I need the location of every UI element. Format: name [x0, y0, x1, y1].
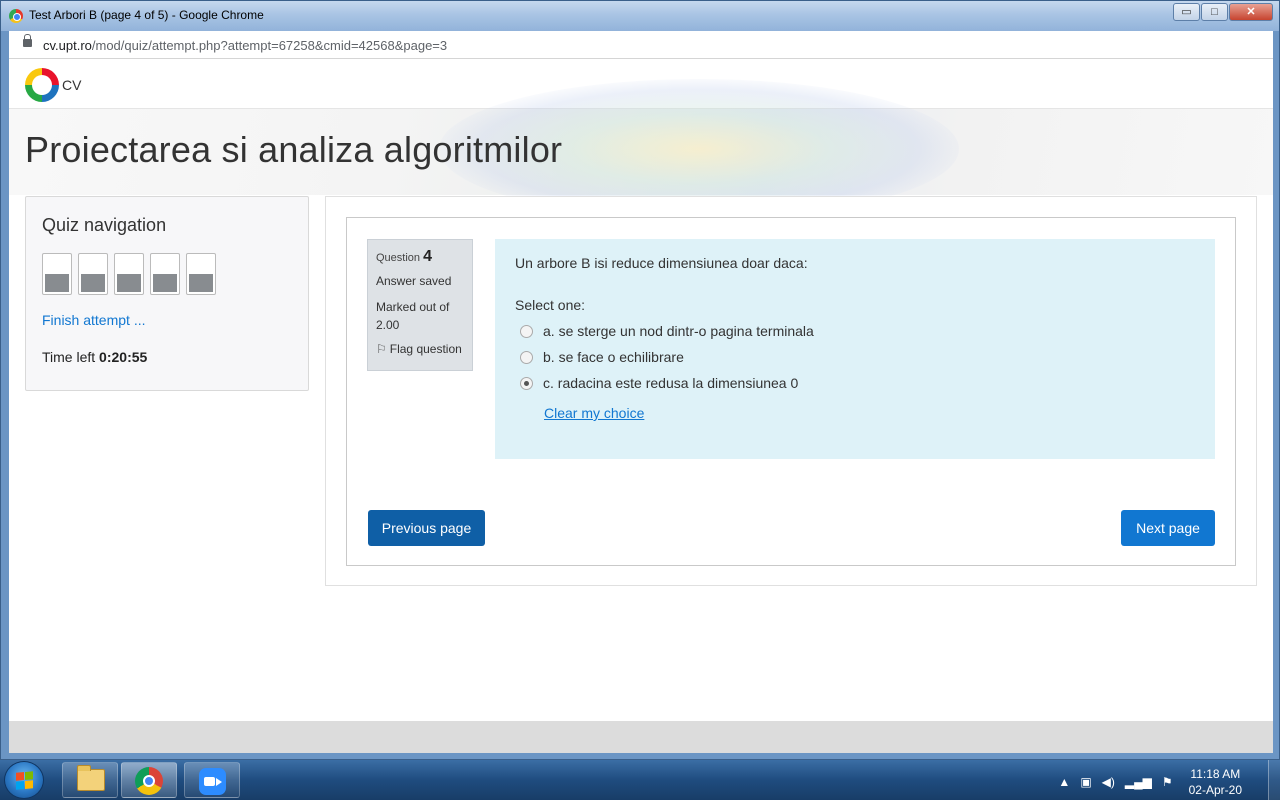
radio-c[interactable] — [520, 376, 533, 390]
page-header: Proiectarea si analiza algoritmilor — [9, 79, 1273, 219]
main-region: Question 4 Answer saved Marked out of 2.… — [325, 196, 1257, 586]
clear-choice-link[interactable]: Clear my choice — [544, 405, 644, 421]
signal-icon[interactable]: ▂▄▆ — [1125, 775, 1152, 789]
site-logo-icon[interactable] — [25, 68, 59, 102]
answer-option-a-label[interactable]: a. se sterge un nod dintr-o pagina termi… — [543, 323, 814, 339]
maximize-button[interactable]: □ — [1201, 3, 1228, 21]
window-title: Test Arbori B (page 4 of 5) - Google Chr… — [29, 8, 264, 22]
question-text: Un arbore B isi reduce dimensiunea doar … — [515, 255, 808, 271]
minimize-button[interactable]: ▭ — [1173, 3, 1200, 21]
answer-option-a[interactable]: a. se sterge un nod dintr-o pagina termi… — [515, 323, 1195, 339]
time-left-label: Time left — [42, 349, 96, 365]
lock-icon[interactable] — [23, 34, 32, 47]
quiz-nav-question-4[interactable] — [150, 253, 180, 295]
answer-option-c-label[interactable]: c. radacina este redusa la dimensiunea 0 — [543, 375, 798, 391]
quiz-navigation-buttons — [42, 253, 216, 295]
address-bar[interactable]: cv.upt.ro/mod/quiz/attempt.php?attempt=6… — [9, 31, 1273, 59]
question-form: Question 4 Answer saved Marked out of 2.… — [346, 217, 1236, 566]
close-button[interactable]: ✕ — [1229, 3, 1273, 21]
answer-option-b[interactable]: b. se face o echilibrare — [515, 349, 1195, 365]
show-desktop-button[interactable] — [1268, 760, 1280, 800]
url-host: cv.upt.ro — [43, 38, 92, 53]
answered-indicator — [153, 274, 177, 292]
quiz-navigation-title: Quiz navigation — [42, 215, 167, 235]
answered-indicator — [189, 274, 213, 292]
answer-option-b-label[interactable]: b. se face o echilibrare — [543, 349, 684, 365]
window-controls: ▭ □ ✕ — [1173, 3, 1273, 21]
quiz-nav-question-3[interactable] — [114, 253, 144, 295]
taskbar-zoom[interactable] — [184, 762, 240, 798]
taskbar-chrome[interactable] — [121, 762, 177, 798]
quiz-nav-question-2[interactable] — [78, 253, 108, 295]
clock-time: 11:18 AM — [1190, 767, 1241, 781]
clock[interactable]: 11:18 AM 02-Apr-20 — [1189, 766, 1242, 798]
title-bar[interactable]: Test Arbori B (page 4 of 5) - Google Chr… — [1, 1, 1279, 31]
radio-b[interactable] — [520, 350, 533, 364]
page-title: Proiectarea si analiza algoritmilor — [25, 129, 563, 170]
answer-prompt: Select one: — [515, 297, 586, 313]
next-page-button[interactable]: Next page — [1121, 510, 1215, 546]
flag-icon: ⚐ — [376, 342, 387, 356]
action-center-icon[interactable]: ⚑ — [1162, 775, 1173, 789]
taskbar: ▲ ▣ ◀) ▂▄▆ ⚑ 11:18 AM 02-Apr-20 — [0, 760, 1280, 800]
previous-page-button[interactable]: Previous page — [368, 510, 485, 546]
question-number-value: 4 — [423, 248, 432, 265]
zoom-icon — [199, 768, 226, 795]
show-hidden-icon[interactable]: ▲ — [1058, 775, 1070, 789]
answered-indicator — [45, 274, 69, 292]
site-logo-text[interactable]: CV — [62, 77, 81, 93]
folder-icon — [77, 765, 105, 791]
windows-logo-icon — [16, 771, 33, 790]
taskbar-explorer[interactable] — [62, 762, 118, 798]
clock-date: 02-Apr-20 — [1188, 783, 1242, 797]
question-info: Question 4 Answer saved Marked out of 2.… — [367, 239, 473, 371]
network-icon[interactable]: ▣ — [1080, 775, 1091, 789]
question-state: Answer saved — [376, 274, 452, 288]
answered-indicator — [81, 274, 105, 292]
time-left-value: 0:20:55 — [99, 349, 148, 365]
time-left: Time left 0:20:55 — [42, 349, 147, 365]
question-content: Un arbore B isi reduce dimensiunea doar … — [495, 239, 1215, 459]
answer-option-c[interactable]: c. radacina este redusa la dimensiunea 0 — [515, 375, 1195, 391]
question-grade: Marked out of 2.00 — [376, 300, 450, 332]
browser-window: Test Arbori B (page 4 of 5) - Google Chr… — [0, 0, 1280, 760]
flag-question-link[interactable]: ⚐ Flag question — [376, 342, 464, 356]
url-text[interactable]: cv.upt.ro/mod/quiz/attempt.php?attempt=6… — [43, 38, 447, 53]
page-viewport: CV Proiectarea si analiza algoritmilor Q… — [9, 59, 1273, 753]
volume-icon[interactable]: ◀) — [1102, 775, 1115, 789]
system-tray: ▲ ▣ ◀) ▂▄▆ ⚑ 11:18 AM 02-Apr-20 — [1058, 766, 1242, 798]
question-number: Question 4 — [376, 248, 464, 266]
question-label: Question — [376, 252, 421, 264]
radio-a[interactable] — [520, 324, 533, 338]
quiz-nav-question-5[interactable] — [186, 253, 216, 295]
page-footer — [9, 721, 1273, 753]
quiz-navigation-block: Quiz navigation Finish attempt ... Time … — [25, 196, 309, 391]
quiz-nav-question-1[interactable] — [42, 253, 72, 295]
answered-indicator — [117, 274, 141, 292]
finish-attempt-link[interactable]: Finish attempt ... — [42, 312, 145, 328]
chrome-icon — [135, 767, 163, 795]
start-button[interactable] — [4, 761, 44, 799]
flag-question-label: Flag question — [389, 342, 462, 356]
url-path: /mod/quiz/attempt.php?attempt=67258&cmid… — [91, 38, 448, 53]
chrome-app-icon — [9, 9, 23, 23]
